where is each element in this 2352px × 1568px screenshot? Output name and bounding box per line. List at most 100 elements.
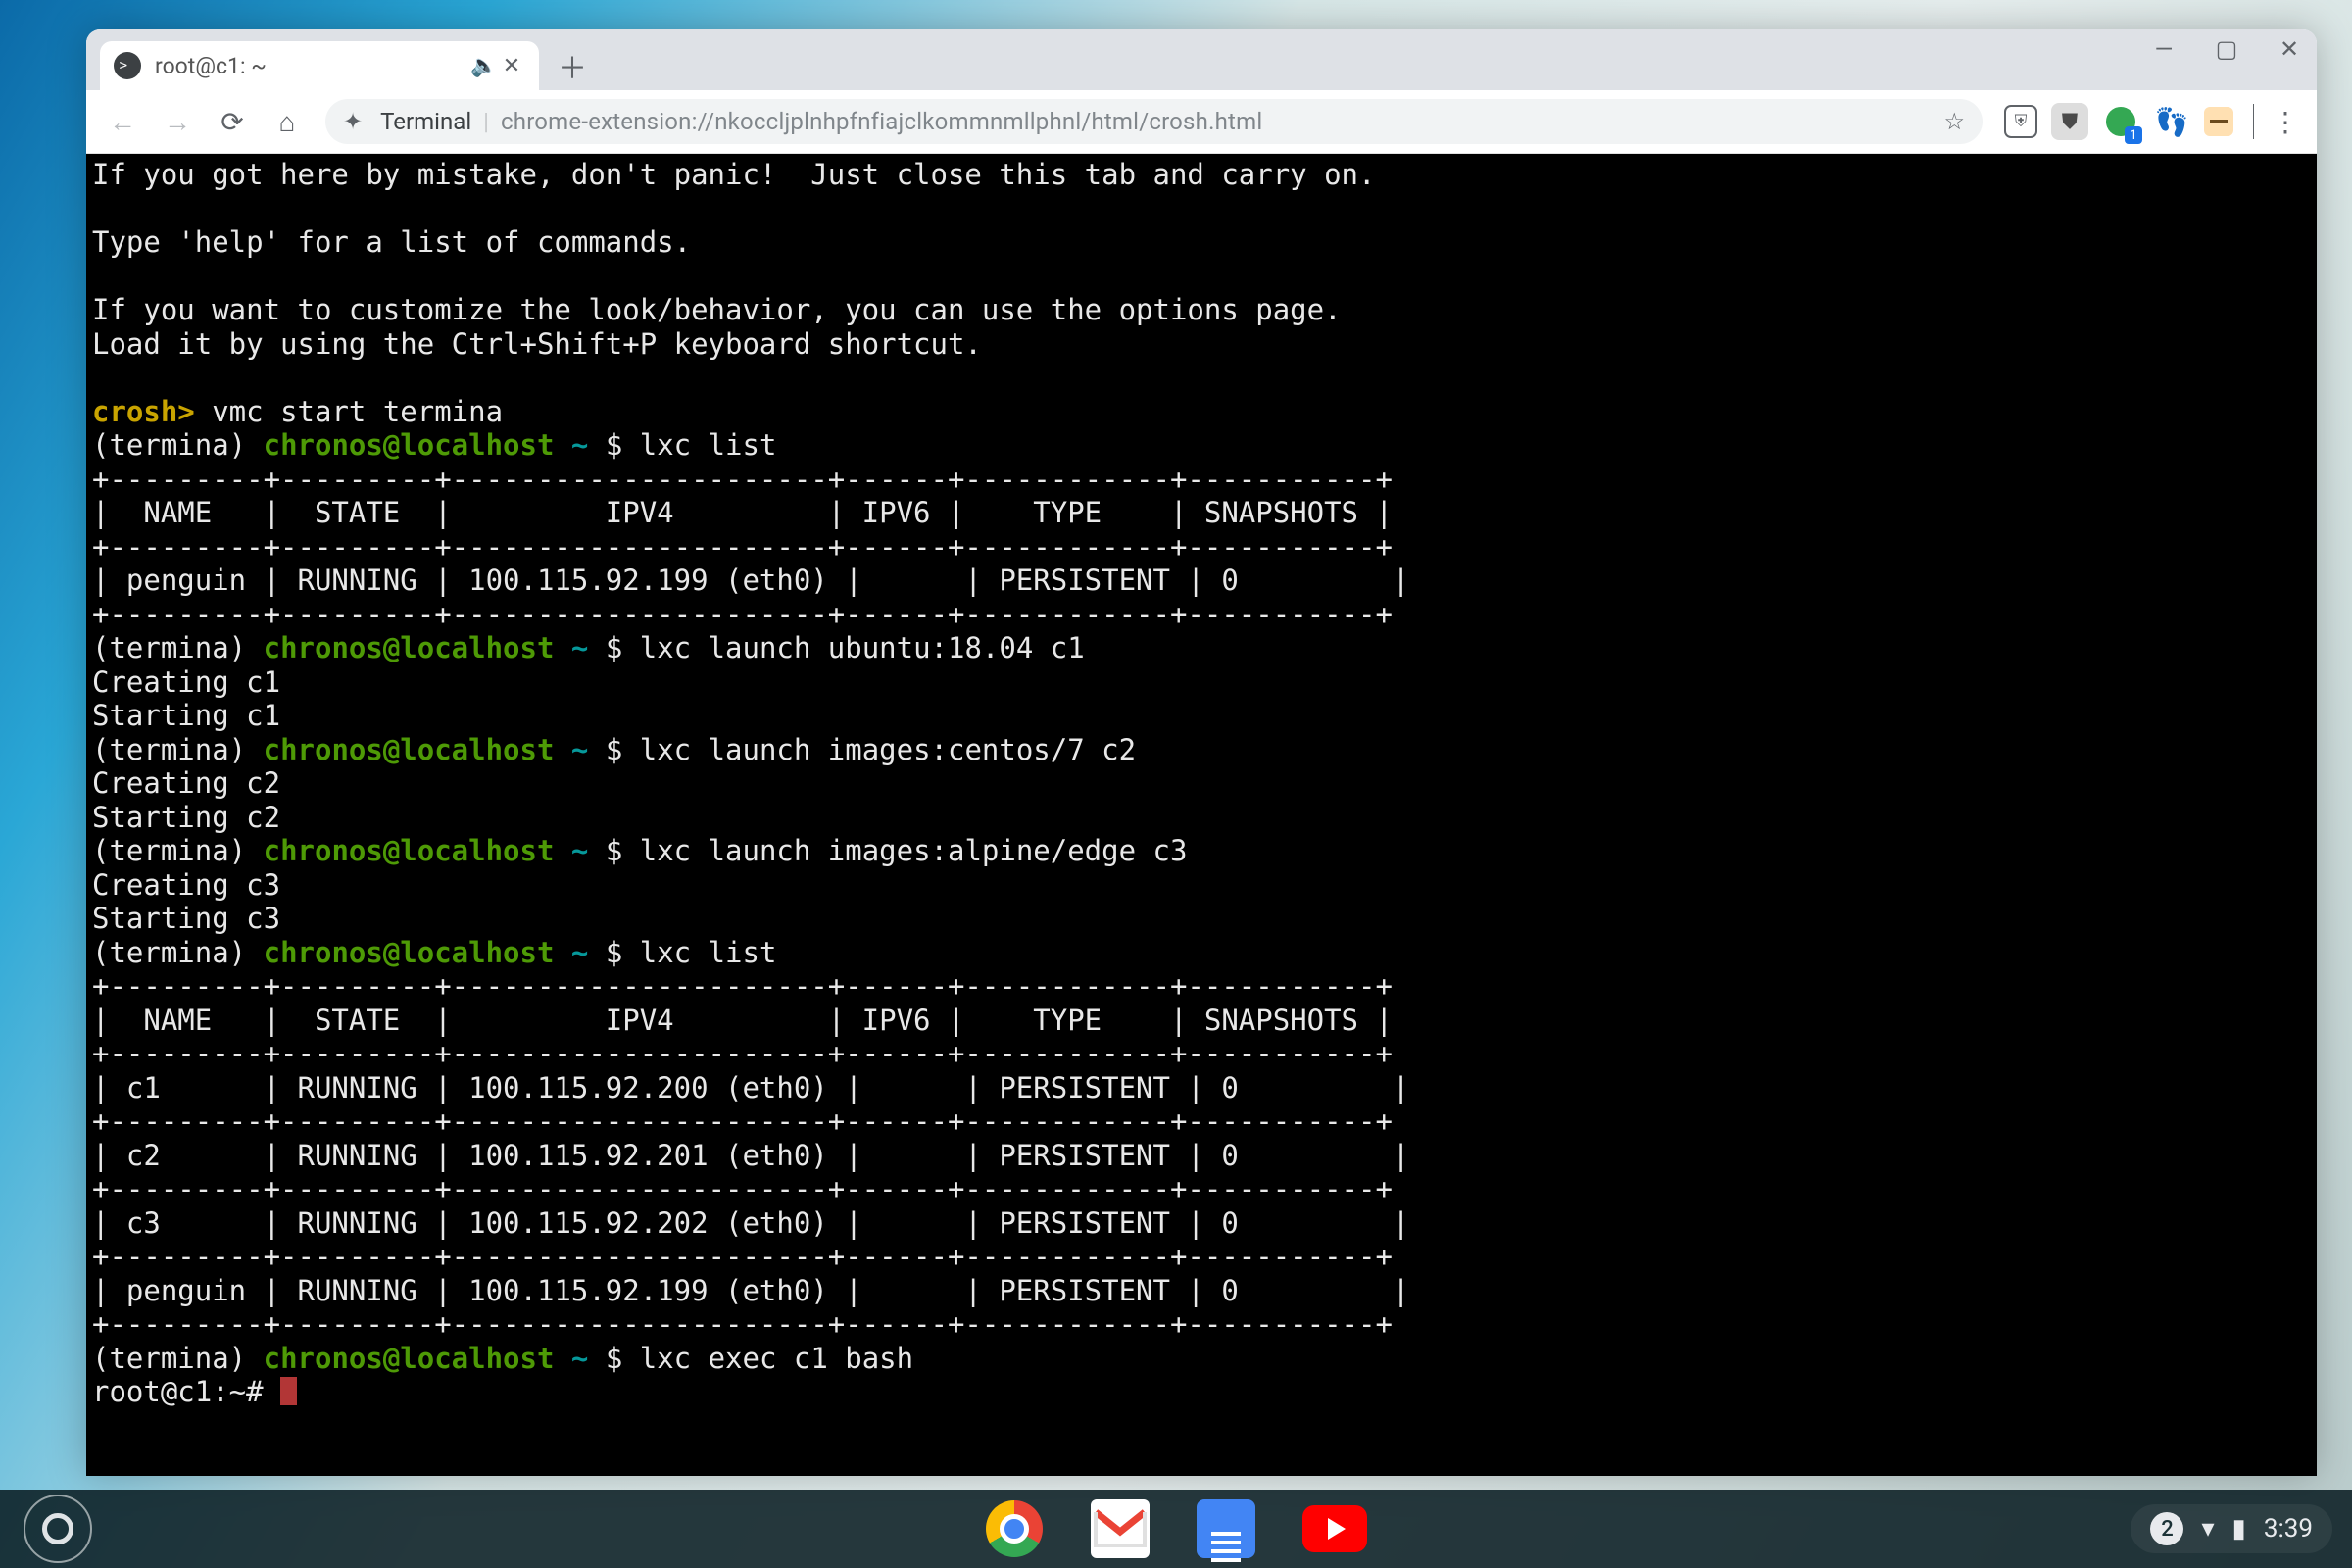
crosh-prompt: crosh> [92,395,195,428]
tab-audio-icon[interactable]: 🔈 [470,54,498,78]
term-divider: +---------+---------+-------------------… [92,598,1393,631]
term-dollar: $ [606,428,640,462]
term-prompt-open: (termina) [92,1342,264,1375]
term-path: ~ [554,631,605,664]
tab-strip: >_ root@c1: ~ 🔈 ✕ ＋ — ▢ ✕ [86,29,2317,90]
term-line: Type 'help' for a list of commands. [92,225,691,259]
app-youtube[interactable] [1302,1505,1367,1552]
bookmark-star-icon[interactable]: ☆ [1943,108,1965,135]
term-row: | penguin | RUNNING | 100.115.92.199 (et… [92,564,1409,597]
app-gmail[interactable] [1091,1499,1150,1558]
tab-close-icon[interactable]: ✕ [498,54,525,78]
reload-button[interactable]: ⟳ [208,97,257,146]
notification-count-badge: 2 [2150,1512,2183,1545]
tab-title: root@c1: ~ [155,53,470,79]
term-user: chronos@localhost [264,733,555,766]
crosh-cmd: vmc start termina [195,395,503,428]
term-row: | c2 | RUNNING | 100.115.92.201 (eth0) |… [92,1139,1409,1172]
term-line: Starting c2 [92,801,280,834]
term-cmd: lxc list [640,428,777,462]
toolbar-divider [2253,104,2254,139]
omnibox-origin-label: Terminal [380,108,471,135]
desktop: >_ root@c1: ~ 🔈 ✕ ＋ — ▢ ✕ ← → ⟳ ⌂ ✦ Term… [0,0,2352,1568]
term-header: | NAME | STATE | IPV4 | IPV6 | TYPE | SN… [92,496,1393,529]
browser-menu-button[interactable]: ⋮ [2266,106,2305,138]
term-path: ~ [554,1342,605,1375]
term-path: ~ [554,733,605,766]
extension-green-icon[interactable]: 1 [2102,103,2139,140]
term-cmd: lxc list [640,936,777,969]
browser-toolbar: ← → ⟳ ⌂ ✦ Terminal | chrome-extension://… [86,90,2317,154]
term-row: | c3 | RUNNING | 100.115.92.202 (eth0) |… [92,1206,1409,1240]
extension-gnome-icon[interactable]: 👣 [2153,103,2190,140]
gmail-icon [1094,1508,1147,1549]
term-dollar: $ [606,936,640,969]
term-line: Creating c3 [92,868,280,902]
status-tray[interactable]: 2 ▾ ▮ 3:39 [2131,1504,2332,1553]
root-prompt: root@c1:~# [92,1375,280,1408]
term-user: chronos@localhost [264,1342,555,1375]
extension-badge: 1 [2125,126,2142,144]
term-header: | NAME | STATE | IPV4 | IPV6 | TYPE | SN… [92,1004,1393,1037]
clock: 3:39 [2264,1514,2313,1544]
term-path: ~ [554,936,605,969]
term-row: | c1 | RUNNING | 100.115.92.200 (eth0) |… [92,1071,1409,1104]
term-divider: +---------+---------+-------------------… [92,1172,1393,1205]
battery-icon: ▮ [2232,1514,2246,1544]
window-close-icon[interactable]: ✕ [2272,35,2307,63]
extension-ublock-icon[interactable]: ⛊ [2051,103,2088,140]
launcher-icon [42,1513,74,1544]
term-line: Starting c1 [92,699,280,732]
shelf-pinned-apps [985,1499,1367,1558]
term-divider: +---------+---------+-------------------… [92,530,1393,564]
browser-tab[interactable]: >_ root@c1: ~ 🔈 ✕ [100,41,539,90]
omnibox-url: chrome-extension://nkoccljplnhpfnfiajclk… [501,108,1262,135]
term-line: If you got here by mistake, don't panic!… [92,158,1375,191]
browser-window: >_ root@c1: ~ 🔈 ✕ ＋ — ▢ ✕ ← → ⟳ ⌂ ✦ Term… [86,29,2317,1476]
term-cmd: lxc launch images:centos/7 c2 [640,733,1136,766]
chrome-icon [986,1500,1043,1557]
chromeos-shelf: 2 ▾ ▮ 3:39 [0,1490,2352,1568]
term-dollar: $ [606,631,640,664]
app-chrome[interactable] [985,1499,1044,1558]
back-button[interactable]: ← [98,97,147,146]
term-prompt-open: (termina) [92,428,264,462]
term-divider: +---------+---------+-------------------… [92,1307,1393,1341]
term-path: ~ [554,834,605,867]
extension-puzzle-icon: ✦ [343,108,363,135]
launcher-button[interactable] [24,1494,92,1563]
term-line: Creating c1 [92,665,280,699]
term-divider: +---------+---------+-------------------… [92,969,1393,1003]
term-dollar: $ [606,733,640,766]
new-tab-button[interactable]: ＋ [551,44,594,87]
term-divider: +---------+---------+-------------------… [92,463,1393,496]
term-path: ~ [554,428,605,462]
wifi-icon: ▾ [2201,1514,2214,1544]
term-divider: +---------+---------+-------------------… [92,1240,1393,1273]
window-controls: — ▢ ✕ [2146,35,2307,63]
terminal-output[interactable]: If you got here by mistake, don't panic!… [86,154,2317,1476]
term-prompt-open: (termina) [92,631,264,664]
terminal-cursor [280,1377,297,1405]
term-prompt-open: (termina) [92,834,264,867]
forward-button[interactable]: → [153,97,202,146]
omnibox-separator: | [483,108,489,135]
home-button[interactable]: ⌂ [263,97,312,146]
term-divider: +---------+---------+-------------------… [92,1104,1393,1138]
app-docs[interactable] [1197,1499,1255,1558]
extension-bitwarden-icon[interactable]: ⛨ [2004,105,2037,138]
term-row: | penguin | RUNNING | 100.115.92.199 (et… [92,1274,1409,1307]
term-line: Starting c3 [92,902,280,935]
term-user: chronos@localhost [264,834,555,867]
term-prompt-open: (termina) [92,936,264,969]
term-cmd: lxc launch ubuntu:18.04 c1 [640,631,1085,664]
window-minimize-icon[interactable]: — [2146,35,2181,63]
term-user: chronos@localhost [264,428,555,462]
window-maximize-icon[interactable]: ▢ [2209,35,2244,63]
term-line: If you want to customize the look/behavi… [92,293,1342,326]
extension-icons: ⛨ ⛊ 1 👣 [2004,103,2233,140]
extension-box-icon[interactable] [2204,107,2233,136]
term-prompt-open: (termina) [92,733,264,766]
omnibox[interactable]: ✦ Terminal | chrome-extension://nkoccljp… [325,99,1983,144]
term-divider: +---------+---------+-------------------… [92,1037,1393,1070]
